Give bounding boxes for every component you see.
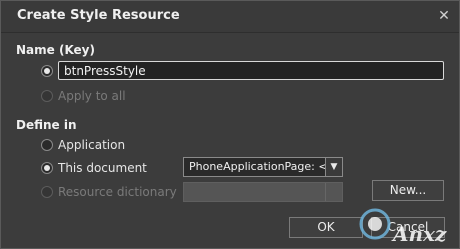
- this-document-label: This document: [58, 161, 147, 175]
- this-document-radio[interactable]: [41, 162, 53, 174]
- application-radio[interactable]: [41, 139, 53, 151]
- apply-to-all-label: Apply to all: [58, 89, 126, 103]
- this-document-select[interactable]: PhoneApplicationPage: <r ▼: [183, 157, 343, 177]
- ok-button[interactable]: OK: [289, 217, 363, 238]
- new-button[interactable]: New...: [372, 180, 444, 201]
- this-document-select-value: PhoneApplicationPage: <r: [189, 160, 333, 173]
- apply-to-all-radio[interactable]: [41, 90, 53, 102]
- close-icon[interactable]: ✕: [433, 5, 455, 27]
- dialog-title: Create Style Resource: [17, 8, 180, 23]
- resource-dictionary-label: Resource dictionary: [58, 185, 177, 199]
- application-label: Application: [58, 138, 126, 152]
- define-in-label: Define in: [16, 118, 77, 132]
- chevron-down-icon: [325, 183, 342, 201]
- name-radio[interactable]: [41, 65, 53, 77]
- resource-dictionary-select[interactable]: [183, 182, 343, 202]
- resource-dictionary-radio[interactable]: [41, 186, 53, 198]
- watermark-text: Anxz: [391, 222, 447, 246]
- title-bar: Create Style Resource ✕: [1, 1, 459, 33]
- name-key-label: Name (Key): [16, 43, 95, 57]
- style-key-input[interactable]: [58, 61, 444, 80]
- watermark-logo: Anxz: [359, 208, 447, 246]
- create-style-resource-dialog: Create Style Resource ✕ Name (Key) Apply…: [0, 0, 460, 249]
- chevron-down-icon[interactable]: ▼: [325, 158, 342, 176]
